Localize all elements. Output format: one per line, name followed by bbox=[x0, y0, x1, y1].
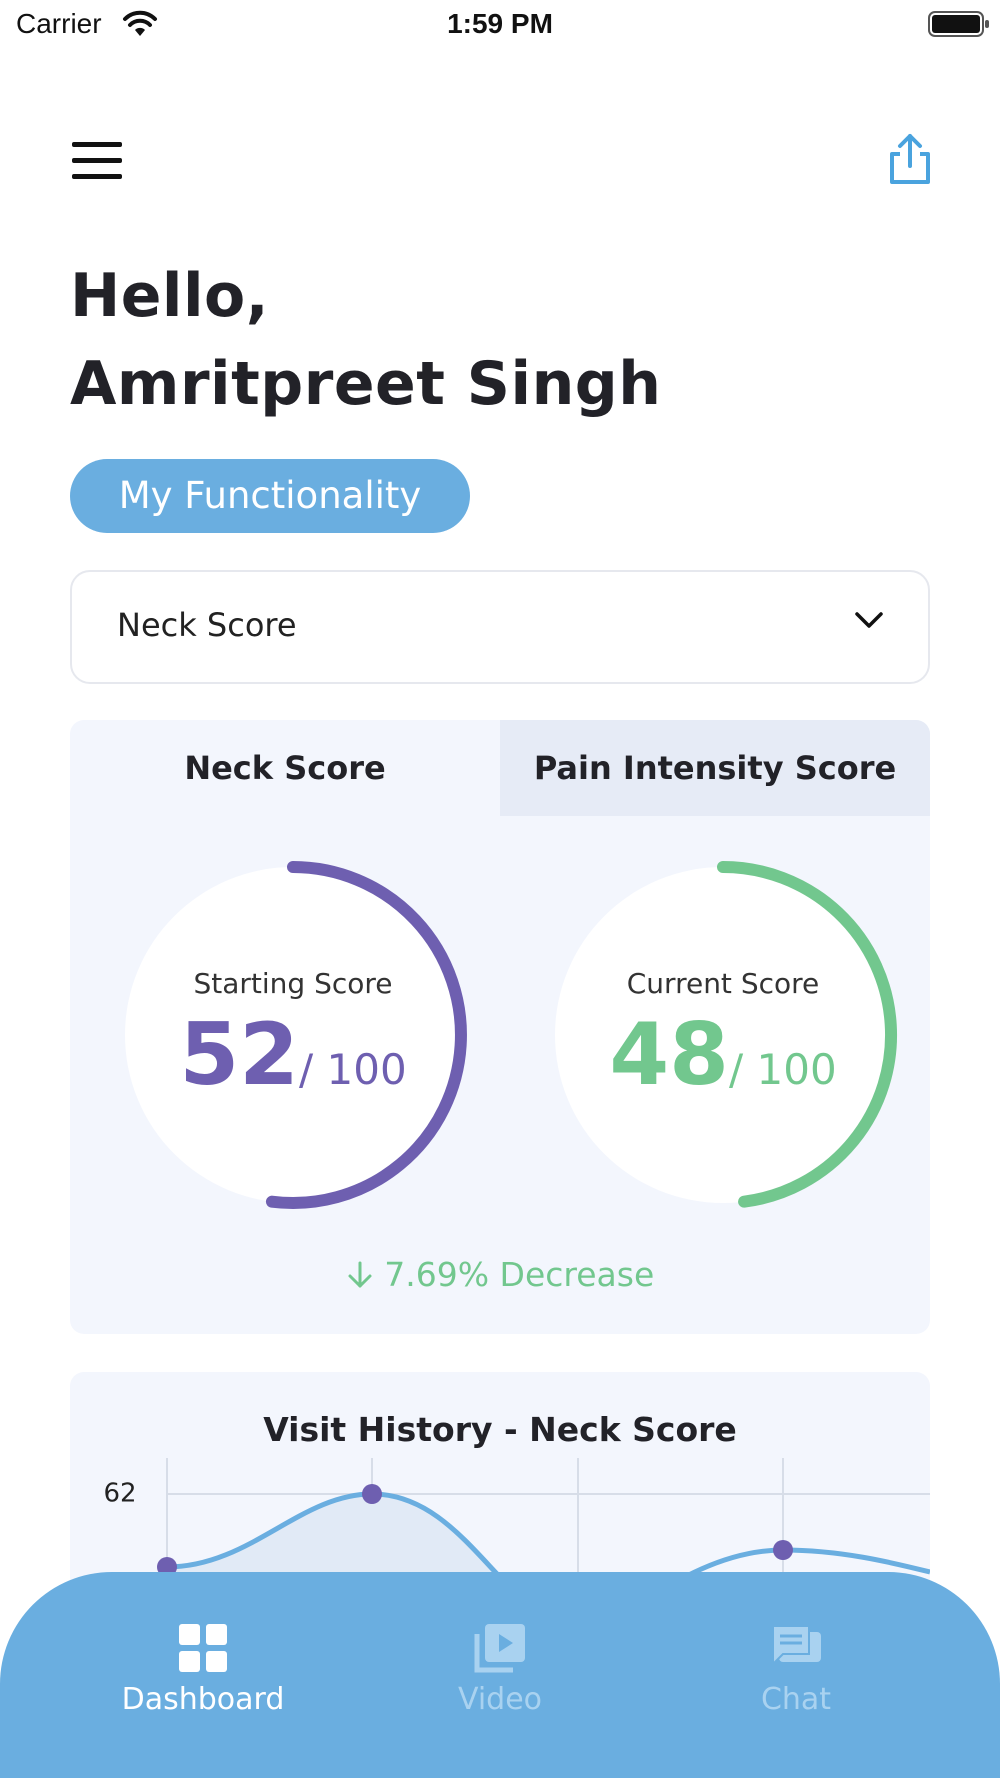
nav-chat[interactable]: Chat bbox=[666, 1622, 926, 1732]
chat-icon bbox=[769, 1622, 823, 1674]
starting-score-label: Starting Score bbox=[193, 967, 393, 1000]
starting-score-gauge: Starting Score 52/ 100 bbox=[113, 855, 473, 1215]
current-score-value: 48 bbox=[609, 1005, 729, 1105]
arrow-down-icon bbox=[346, 1255, 385, 1294]
chevron-down-icon bbox=[854, 610, 884, 634]
hamburger-menu-icon[interactable] bbox=[70, 138, 122, 182]
nav-chat-label: Chat bbox=[760, 1682, 832, 1717]
nav-video-label: Video bbox=[457, 1682, 543, 1717]
clock: 1:59 PM bbox=[447, 8, 553, 39]
current-score-gauge: Current Score 48/ 100 bbox=[543, 855, 903, 1215]
chart-point-4 bbox=[773, 1540, 793, 1560]
greeting-hello: Hello, bbox=[70, 261, 270, 331]
bottom-navigation: Dashboard Video Chat bbox=[0, 1572, 1000, 1778]
visit-history-title: Visit History - Neck Score bbox=[263, 1410, 737, 1449]
status-bar: Carrier 1:59 PM bbox=[0, 0, 1000, 50]
tab-neck-score[interactable]: Neck Score bbox=[70, 720, 500, 816]
user-name: Amritpreet Singh bbox=[70, 349, 662, 419]
dashboard-icon bbox=[177, 1622, 229, 1674]
starting-score-max: / 100 bbox=[299, 1045, 407, 1094]
battery-icon bbox=[928, 10, 990, 42]
score-select-value: Neck Score bbox=[117, 606, 297, 644]
share-icon[interactable] bbox=[886, 132, 934, 188]
current-score-max: / 100 bbox=[729, 1045, 837, 1094]
my-functionality-button[interactable]: My Functionality bbox=[70, 459, 470, 533]
greeting-heading: Hello, Amritpreet Singh bbox=[70, 252, 661, 428]
score-change: 7.69% Decrease bbox=[70, 1255, 930, 1294]
score-card: Neck Score Pain Intensity Score Starting… bbox=[70, 720, 930, 1334]
video-icon bbox=[473, 1622, 527, 1674]
starting-score-value-wrap: 52/ 100 bbox=[113, 1005, 473, 1105]
nav-dashboard[interactable]: Dashboard bbox=[73, 1622, 333, 1732]
tab-pain-intensity-score[interactable]: Pain Intensity Score bbox=[500, 720, 930, 816]
current-score-value-wrap: 48/ 100 bbox=[543, 1005, 903, 1105]
nav-video[interactable]: Video bbox=[370, 1622, 630, 1732]
score-type-select[interactable]: Neck Score bbox=[70, 570, 930, 684]
current-score-label: Current Score bbox=[626, 967, 820, 1000]
starting-score-value: 52 bbox=[179, 1005, 299, 1105]
nav-dashboard-label: Dashboard bbox=[121, 1682, 285, 1717]
chart-point-2 bbox=[362, 1484, 382, 1504]
y-tick-62: 62 bbox=[103, 1479, 136, 1509]
score-change-text: 7.69% Decrease bbox=[384, 1255, 655, 1294]
